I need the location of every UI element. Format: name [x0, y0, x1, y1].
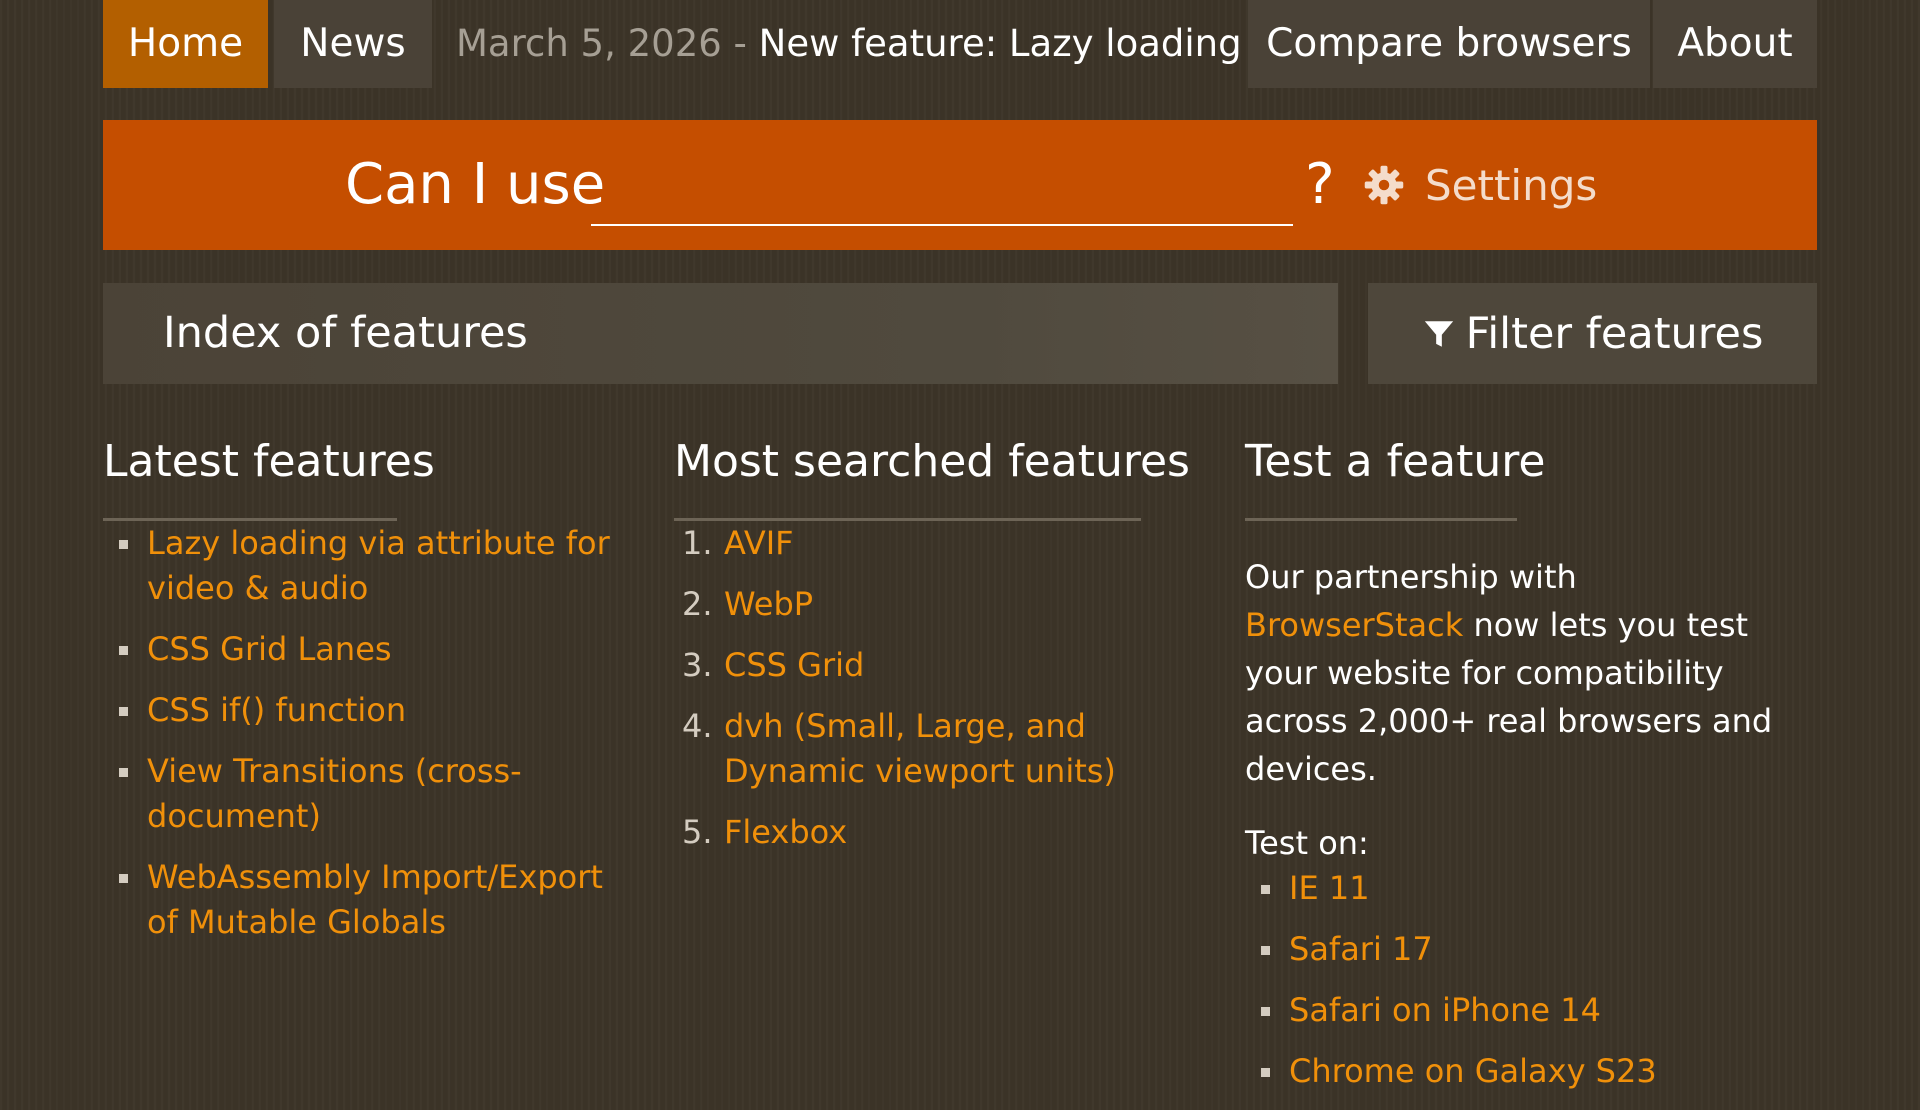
latest-feature-link[interactable]: WebAssembly Import/Export of Mutable Glo…	[103, 855, 623, 945]
searched-feature-link[interactable]: AVIF	[724, 524, 794, 562]
test-on-label: Test on:	[1245, 824, 1369, 862]
nav-home[interactable]: Home	[103, 0, 268, 88]
partnership-text: Our partnership with BrowserStack now le…	[1245, 553, 1805, 793]
searched-feature-link[interactable]: CSS Grid	[724, 646, 864, 684]
latest-news-date: March 5, 2026	[456, 22, 722, 65]
heading-divider	[1245, 518, 1517, 521]
index-of-features-button[interactable]: Index of features	[103, 283, 1338, 384]
searched-feature-link[interactable]: dvh (Small, Large, and Dynamic viewport …	[724, 707, 1116, 790]
search-label: Can I use	[345, 152, 606, 217]
latest-features-section: Latest features Lazy loading via attribu…	[103, 432, 623, 961]
searched-feature-item: 1. AVIF	[674, 521, 1214, 566]
gear-icon	[1364, 165, 1404, 205]
test-browser-link[interactable]: Safari on iPhone 14	[1245, 988, 1805, 1033]
searched-feature-link[interactable]: WebP	[724, 585, 813, 623]
latest-news-separator: -	[721, 22, 759, 65]
test-feature-heading: Test a feature	[1245, 436, 1546, 487]
most-searched-heading: Most searched features	[674, 436, 1190, 487]
nav-news[interactable]: News	[274, 0, 432, 88]
browserstack-link[interactable]: BrowserStack	[1245, 606, 1463, 644]
filter-features-label: Filter features	[1465, 308, 1764, 359]
searched-feature-item: 2. WebP	[674, 582, 1214, 627]
latest-feature-link[interactable]: View Transitions (cross-document)	[103, 749, 623, 839]
most-searched-list: 1. AVIF 2. WebP 3. CSS Grid 4. dvh (Small, L…	[674, 521, 1214, 855]
item-number: 4.	[682, 707, 713, 745]
searched-feature-link[interactable]: Flexbox	[724, 813, 847, 851]
nav-latest-news[interactable]: March 5, 2026 - New feature: Lazy loadin…	[446, 0, 1355, 88]
test-browsers-list: IE 11 Safari 17 Safari on iPhone 14 Chro…	[1245, 866, 1805, 1094]
latest-feature-link[interactable]: CSS if() function	[103, 688, 623, 733]
filter-icon	[1424, 320, 1453, 347]
latest-feature-link[interactable]: Lazy loading via attribute for video & a…	[103, 521, 623, 611]
item-number: 2.	[682, 585, 713, 623]
latest-features-heading: Latest features	[103, 436, 435, 487]
test-browser-link[interactable]: IE 11	[1245, 866, 1805, 911]
search-input[interactable]	[591, 154, 1293, 226]
item-number: 1.	[682, 524, 713, 562]
top-nav: Home News March 5, 2026 - New feature: L…	[103, 0, 1817, 88]
most-searched-section: Most searched features 1. AVIF 2. WebP 3. C…	[674, 432, 1214, 871]
nav-about[interactable]: About	[1653, 0, 1817, 88]
settings-label: Settings	[1425, 160, 1598, 210]
test-feature-section: Test a feature Our partnership with Brow…	[1245, 432, 1805, 1110]
latest-feature-link[interactable]: CSS Grid Lanes	[103, 627, 623, 672]
searched-feature-item: 3. CSS Grid	[674, 643, 1214, 688]
partnership-text-start: Our partnership with	[1245, 558, 1577, 596]
search-bar: Can I use ? Settings	[103, 120, 1817, 250]
item-number: 3.	[682, 646, 713, 684]
filter-features-button[interactable]: Filter features	[1368, 283, 1817, 384]
nav-compare-browsers[interactable]: Compare browsers	[1248, 0, 1650, 88]
item-number: 5.	[682, 813, 713, 851]
search-question-mark: ?	[1305, 152, 1335, 217]
test-browser-link[interactable]: Chrome on Galaxy S23	[1245, 1049, 1805, 1094]
searched-feature-item: 4. dvh (Small, Large, and Dynamic viewpor…	[674, 704, 1214, 794]
settings-button[interactable]: Settings	[1363, 154, 1597, 216]
latest-features-list: Lazy loading via attribute for video & a…	[103, 521, 623, 945]
test-browser-link[interactable]: Safari 17	[1245, 927, 1805, 972]
searched-feature-item: 5. Flexbox	[674, 810, 1214, 855]
